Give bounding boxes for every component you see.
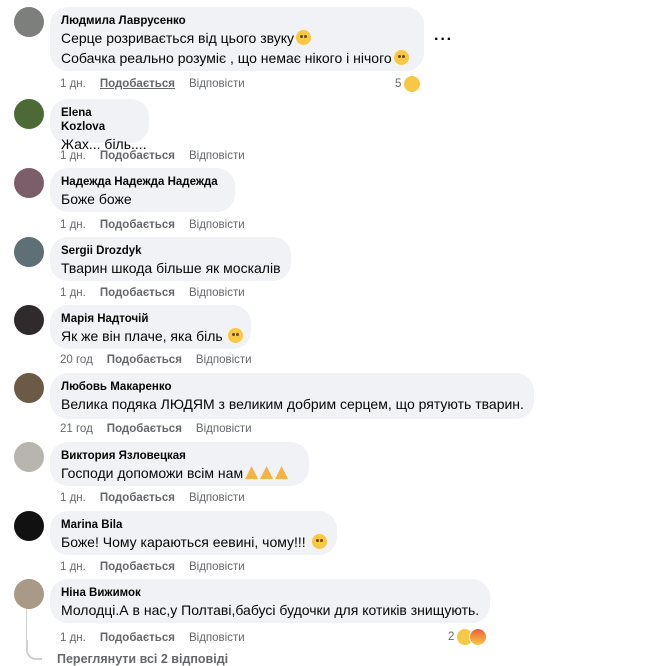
tired-face-emoji-icon xyxy=(311,534,327,549)
comment-time[interactable]: 1 дн. xyxy=(60,218,86,232)
reply-button[interactable]: Відповісти xyxy=(189,560,245,574)
like-button[interactable]: Подобається xyxy=(107,353,182,367)
comment-author[interactable]: Виктория Язловецкая xyxy=(61,449,297,463)
comment-actions: 1 дн. Подобається Відповісти xyxy=(60,218,259,232)
comment-text-line: Боже! Чому караються еевині, чому!!! xyxy=(61,532,327,552)
comment-time[interactable]: 1 дн. xyxy=(60,149,86,163)
reaction-summary[interactable]: 2 xyxy=(448,628,488,646)
comment-author[interactable]: Марія Надточій xyxy=(61,312,239,326)
reaction-summary[interactable]: 5 xyxy=(395,75,422,93)
comment-time[interactable]: 1 дн. xyxy=(60,77,86,91)
like-button[interactable]: Подобається xyxy=(100,286,175,300)
comment-actions: 1 дн. Подобається Відповісти xyxy=(60,286,259,300)
avatar[interactable] xyxy=(14,99,44,129)
like-button[interactable]: Подобається xyxy=(100,631,175,645)
praying-hands-icon xyxy=(245,466,259,479)
comment-author[interactable]: Любовь Макаренко xyxy=(61,380,522,394)
see-all-replies-link[interactable]: Переглянути всі 2 відповіді xyxy=(57,652,228,666)
comment-text-line: Велика подяка ЛЮДЯМ з великим добрим сер… xyxy=(61,396,524,412)
comment-author[interactable]: Ніна Вижимок xyxy=(61,586,478,600)
comment-time[interactable]: 21 год xyxy=(60,422,93,436)
comment-bubble: Любовь Макаренко Велика подяка ЛЮДЯМ з в… xyxy=(50,373,534,419)
reply-button[interactable]: Відповісти xyxy=(189,149,245,163)
reaction-count: 5 xyxy=(395,78,402,90)
comment-bubble: Виктория Язловецкая Господи допоможи всі… xyxy=(50,442,309,486)
comment-time[interactable]: 1 дн. xyxy=(60,560,86,574)
comment-bubble: Людмила Лаврусенко Серце розривається ві… xyxy=(50,7,424,71)
avatar[interactable] xyxy=(14,168,44,198)
reply-button[interactable]: Відповісти xyxy=(189,491,245,505)
comment-actions: 1 дн. Подобається Відповісти xyxy=(60,149,259,163)
comment-author[interactable]: Marina Bila xyxy=(61,518,325,532)
like-button[interactable]: Подобається xyxy=(100,149,175,163)
comment-text-line: Собачка реально розуміє , що немає ніког… xyxy=(61,48,412,68)
like-button[interactable]: Подобається xyxy=(100,560,175,574)
reply-button[interactable]: Відповісти xyxy=(196,353,252,367)
crying-emoji-icon xyxy=(227,328,243,343)
sad-reaction-icon xyxy=(403,75,422,93)
like-button[interactable]: Подобається xyxy=(100,491,175,505)
avatar[interactable] xyxy=(14,237,44,267)
reply-button[interactable]: Відповісти xyxy=(189,218,245,232)
comment-bubble: Elena Kozlova Жах... біль.... xyxy=(50,99,149,152)
reaction-count: 2 xyxy=(448,631,455,643)
avatar[interactable] xyxy=(14,7,44,37)
comment-author[interactable]: Надежда Надежда Надежда xyxy=(61,175,223,189)
comment-bubble: Марія Надточій Як же він плаче, яка біль xyxy=(50,305,251,349)
comment-bubble: Sergii Drozdyk Тварин шкода більше як мо… xyxy=(50,237,291,281)
comment-author[interactable]: Elena Kozlova xyxy=(61,106,137,134)
comment-bubble: Ніна Вижимок Молодці.А в нас,у Полтаві,б… xyxy=(50,579,490,623)
reply-button[interactable]: Відповісти xyxy=(196,422,252,436)
comment-actions: 1 дн. Подобається Відповісти xyxy=(60,631,259,645)
more-options-icon[interactable]: ··· xyxy=(434,31,453,49)
avatar[interactable] xyxy=(14,305,44,335)
reply-button[interactable]: Відповісти xyxy=(189,286,245,300)
avatar[interactable] xyxy=(14,511,44,541)
angry-reaction-icon xyxy=(469,628,488,646)
comment-text-line: Боже боже xyxy=(61,191,132,207)
reply-button[interactable]: Відповісти xyxy=(189,631,245,645)
like-button[interactable]: Подобається xyxy=(100,77,175,91)
comment-author[interactable]: Людмила Лаврусенко xyxy=(61,14,412,28)
crying-emoji-icon xyxy=(296,30,312,45)
comment-time[interactable]: 20 год xyxy=(60,353,93,367)
comment-actions: 21 год Подобається Відповісти xyxy=(60,422,266,436)
praying-hands-icon xyxy=(260,466,274,479)
comment-actions: 1 дн. Подобається Відповісти xyxy=(60,491,259,505)
like-button[interactable]: Подобається xyxy=(107,422,182,436)
comment-text-line: Господи допоможи всім нам xyxy=(61,463,297,483)
comment-actions: 20 год Подобається Відповісти xyxy=(60,353,266,367)
comment-bubble: Надежда Надежда Надежда Боже боже xyxy=(50,168,235,212)
comment-author[interactable]: Sergii Drozdyk xyxy=(61,244,279,258)
reply-button[interactable]: Відповісти xyxy=(189,77,245,91)
comment-text-line: Молодці.А в нас,у Полтаві,бабусі будочки… xyxy=(61,602,480,618)
comment-text-line: Серце розривається від цього звуку xyxy=(61,28,412,48)
avatar[interactable] xyxy=(14,579,44,609)
praying-hands-icon xyxy=(275,466,289,479)
comment-time[interactable]: 1 дн. xyxy=(60,631,86,645)
like-button[interactable]: Подобається xyxy=(100,218,175,232)
comment-text-line: Тварин шкода більше як москалів xyxy=(61,260,281,276)
comment-time[interactable]: 1 дн. xyxy=(60,286,86,300)
reply-thread-connector xyxy=(26,640,42,660)
comment-actions: 1 дн. Подобається Відповісти xyxy=(60,560,259,574)
comment-actions: 1 дн. Подобається Відповісти xyxy=(60,77,259,91)
avatar[interactable] xyxy=(14,442,44,472)
comment-bubble: Marina Bila Боже! Чому караються еевині,… xyxy=(50,511,337,555)
comment-text-line: Як же він плаче, яка біль xyxy=(61,326,243,346)
crying-emoji-icon xyxy=(393,50,409,65)
avatar[interactable] xyxy=(14,373,44,403)
comment-time[interactable]: 1 дн. xyxy=(60,491,86,505)
